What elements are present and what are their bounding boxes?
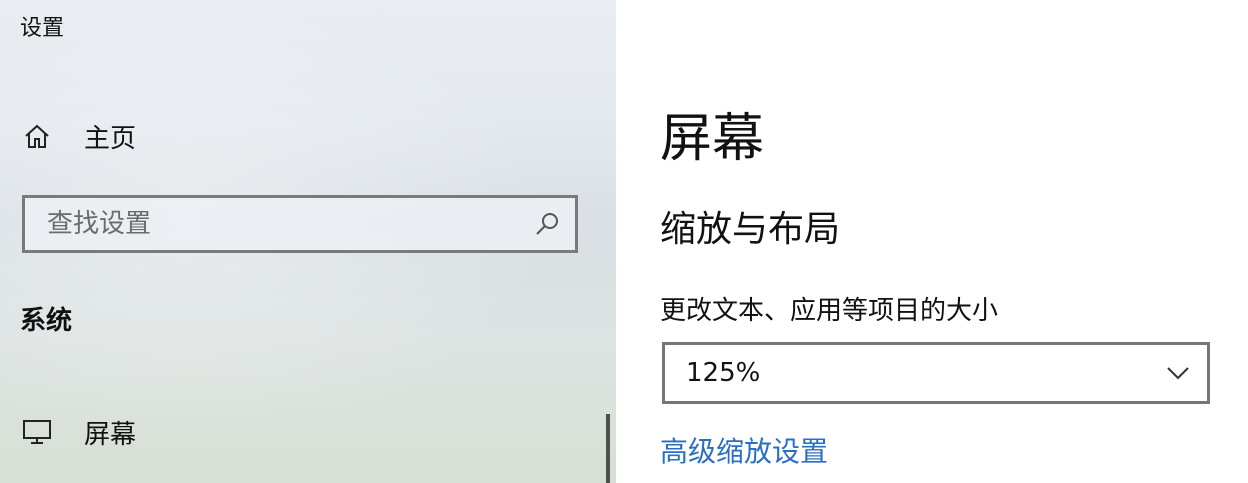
search-icon[interactable] bbox=[533, 210, 561, 238]
search-box[interactable] bbox=[22, 195, 578, 253]
monitor-icon bbox=[20, 415, 54, 449]
page-title: 屏幕 bbox=[660, 109, 765, 169]
settings-window: 设置 主页 系统 bbox=[0, 0, 1248, 483]
home-icon bbox=[20, 119, 54, 153]
sidebar-item-label: 屏幕 bbox=[84, 419, 137, 450]
sidebar: 设置 主页 系统 bbox=[0, 0, 616, 483]
search-input[interactable] bbox=[45, 208, 529, 240]
sidebar-section-system: 系统 bbox=[20, 306, 73, 336]
section-heading: 缩放与布局 bbox=[660, 209, 841, 250]
advanced-scaling-link[interactable]: 高级缩放设置 bbox=[660, 430, 828, 470]
scale-label: 更改文本、应用等项目的大小 bbox=[660, 296, 999, 326]
sidebar-item-label: 主页 bbox=[84, 123, 137, 154]
chevron-down-icon bbox=[1165, 362, 1191, 384]
sidebar-item-home[interactable]: 主页 bbox=[20, 114, 136, 158]
main-content: 屏幕 缩放与布局 更改文本、应用等项目的大小 125% 高级缩放设置 bbox=[616, 0, 1248, 483]
scale-dropdown[interactable]: 125% bbox=[662, 342, 1210, 404]
sidebar-item-display[interactable]: 屏幕 bbox=[20, 410, 136, 454]
sidebar-scrollbar[interactable] bbox=[606, 414, 610, 483]
scale-selected-value: 125% bbox=[686, 358, 761, 388]
window-title: 设置 bbox=[20, 16, 65, 41]
